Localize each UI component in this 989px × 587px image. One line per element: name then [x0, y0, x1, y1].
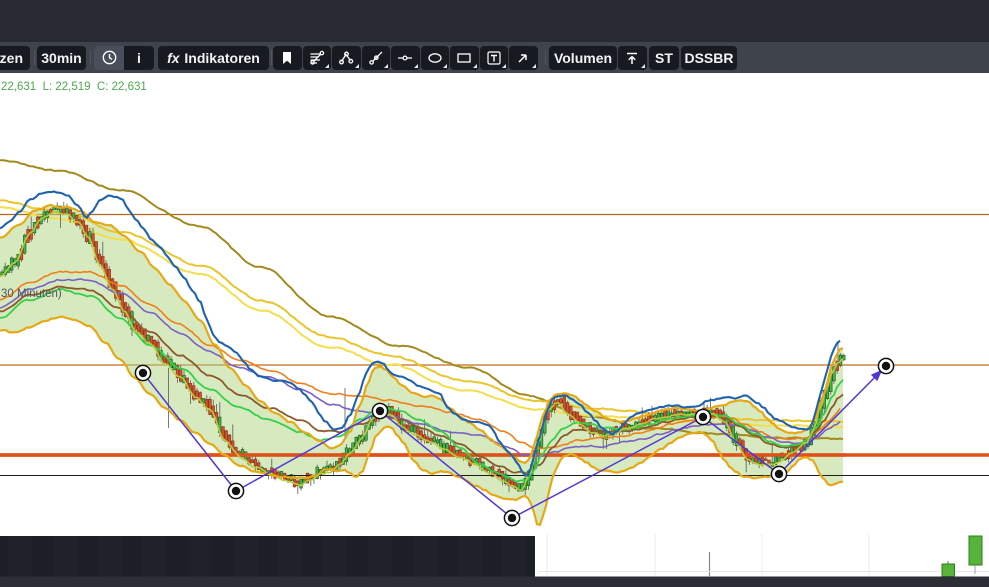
svg-text:22,631 L: 22,519 C: 22,631: 22,631 L: 22,519 C: 22,631	[1, 81, 147, 93]
svg-text:30 Minuten): 30 Minuten)	[1, 288, 62, 300]
